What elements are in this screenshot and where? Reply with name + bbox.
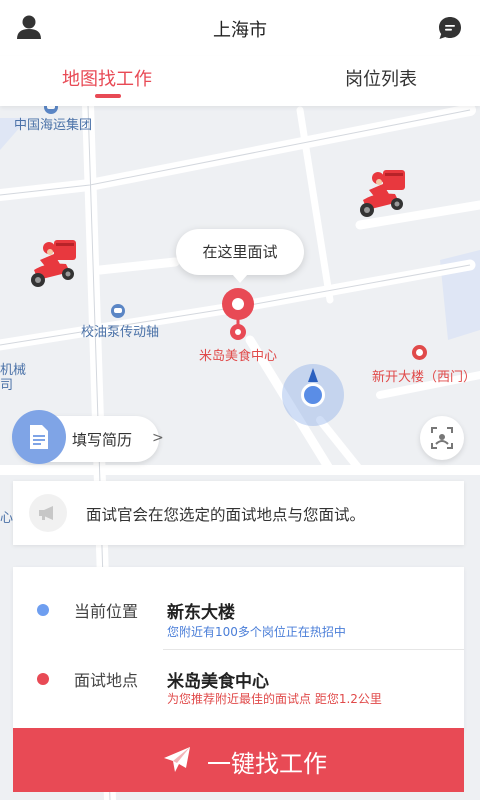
heading-arrow-icon — [308, 368, 318, 382]
fill-resume-label: 填写简历 — [72, 431, 133, 449]
map-label-mida[interactable]: 米岛美食中心 — [199, 345, 277, 364]
paper-plane-icon — [164, 747, 190, 772]
megaphone-icon-circle — [29, 494, 67, 532]
current-location-label: 当前位置 — [74, 602, 139, 621]
app-header: 上海市 — [0, 0, 480, 56]
document-icon — [30, 425, 48, 449]
delivery-rider-icon — [360, 170, 405, 217]
current-location-subtext: 您附近有100多个岗位正在热招中 — [167, 625, 346, 639]
interview-location-value: 米岛美食中心 — [167, 672, 269, 692]
map-label-group[interactable]: 中国海运集团 — [14, 114, 92, 133]
one-click-find-job-button[interactable]: 一键找工作 — [13, 728, 464, 792]
recenter-location-button[interactable] — [420, 416, 464, 460]
map-label-pump[interactable]: 校油泵传动轴 — [81, 321, 159, 340]
megaphone-icon — [39, 506, 53, 520]
tab-job-list[interactable]: 岗位列表 — [345, 65, 417, 91]
current-location-row[interactable]: 当前位置 新东大楼 您附近有100多个岗位正在热招中 — [13, 567, 464, 645]
locate-target-icon — [431, 427, 453, 449]
tab-bar: 地图找工作 岗位列表 — [0, 56, 480, 106]
interview-location-label: 面试地点 — [74, 671, 139, 690]
tab-map-jobs[interactable]: 地图找工作 — [62, 65, 152, 91]
current-location-dot-icon — [37, 604, 49, 616]
interview-location-dot-icon — [37, 673, 49, 685]
xinkai-poi-icon[interactable] — [412, 345, 427, 360]
interview-pin-icon[interactable] — [221, 287, 255, 343]
location-panel: 当前位置 新东大楼 您附近有100多个岗位正在热招中 面试地点 米岛美食中心 为… — [13, 567, 464, 731]
map-label-xinkai[interactable]: 新开大楼（西门） — [372, 366, 476, 385]
chevron-right-icon: > — [152, 430, 164, 446]
current-location-dot — [301, 383, 325, 407]
document-icon-circle — [12, 410, 66, 464]
find-job-label: 一键找工作 — [207, 750, 327, 778]
map-label-mech-2[interactable]: 司 — [0, 374, 13, 393]
panel-divider — [163, 649, 464, 650]
interview-notice-card: 面试官会在您选定的面试地点与您面试。 — [13, 481, 464, 545]
interview-here-bubble[interactable]: 在这里面试 — [176, 229, 304, 283]
interview-location-row[interactable]: 面试地点 米岛美食中心 为您推荐附近最佳的面试点 距您1.2公里 — [13, 651, 464, 729]
delivery-rider-icon — [31, 240, 76, 287]
fill-resume-button[interactable]: 填写简历 > — [12, 410, 164, 464]
car-poi-icon[interactable] — [111, 304, 125, 318]
current-location-value: 新东大楼 — [167, 603, 235, 623]
notice-text: 面试官会在您选定的面试地点与您面试。 — [86, 506, 366, 524]
interview-location-subtext: 为您推荐附近最佳的面试点 距您1.2公里 — [167, 692, 382, 706]
active-tab-indicator — [95, 94, 121, 98]
chat-bubble-icon[interactable] — [438, 16, 462, 40]
map-label-edge[interactable]: 心 — [0, 507, 13, 526]
city-title[interactable]: 上海市 — [0, 16, 480, 42]
